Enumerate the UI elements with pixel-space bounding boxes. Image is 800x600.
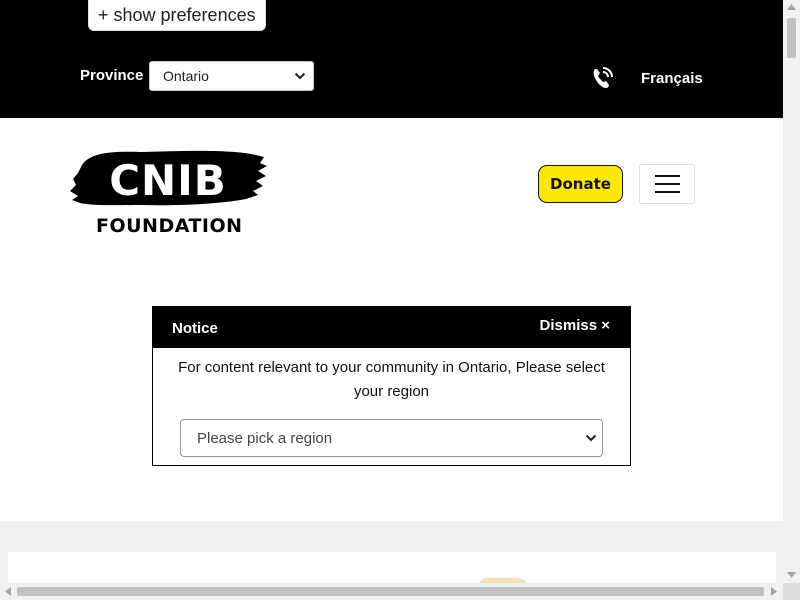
scroll-right-arrow-icon[interactable] [771, 587, 777, 596]
region-notice-dialog: Notice Dismiss × For content relevant to… [152, 306, 631, 466]
horizontal-scrollbar[interactable] [0, 583, 783, 600]
horizontal-scroll-thumb[interactable] [17, 587, 764, 596]
chevron-down-icon [294, 72, 306, 80]
language-toggle-link[interactable]: Français [641, 70, 703, 87]
logo-subtitle: FOUNDATION [96, 215, 243, 237]
scrollbar-corner [783, 583, 800, 600]
donate-button[interactable]: Donate [538, 165, 623, 203]
site-header: CNIB FOUNDATION Donate Notice Dismiss × … [0, 118, 783, 521]
content-card [8, 552, 776, 588]
region-select[interactable]: Please pick a region [180, 419, 603, 457]
notice-header: Notice Dismiss × [153, 307, 630, 348]
notice-message: For content relevant to your community i… [178, 359, 605, 400]
show-preferences-button[interactable]: + show preferences [88, 0, 266, 31]
logo-wordmark: CNIB [109, 156, 227, 205]
dismiss-button[interactable]: Dismiss × [540, 317, 610, 334]
chevron-down-icon [585, 434, 597, 442]
province-select-value: Ontario [163, 68, 209, 84]
province-label: Province [80, 67, 144, 84]
top-utility-bar: + show preferences Province Ontario Fran… [0, 0, 783, 118]
scroll-down-arrow-icon[interactable] [787, 572, 796, 578]
notice-title: Notice [172, 320, 218, 337]
region-select-value: Please pick a region [197, 430, 333, 447]
province-select[interactable]: Ontario [149, 61, 314, 91]
vertical-scroll-thumb[interactable] [787, 18, 796, 58]
scroll-left-arrow-icon[interactable] [5, 587, 11, 596]
scroll-up-arrow-icon[interactable] [787, 4, 796, 10]
vertical-scrollbar[interactable] [783, 0, 800, 600]
hamburger-menu-icon[interactable] [639, 164, 695, 204]
phone-ringing-icon[interactable] [588, 64, 616, 92]
